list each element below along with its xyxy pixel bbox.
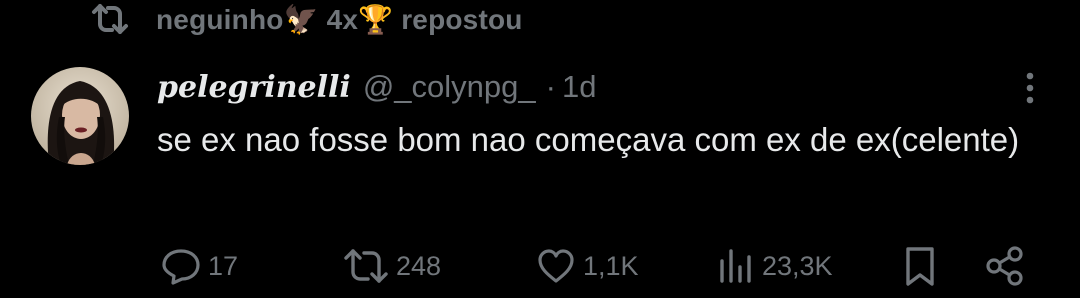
action-bar: 17 248 1,1K 23,3K <box>0 242 1080 290</box>
post-text: se ex nao fosse bom nao começava com ex … <box>157 121 1020 158</box>
repost-icon <box>344 249 388 283</box>
avatar-image <box>31 67 129 165</box>
post-header: pelegrinelli @_colynpg_ · 1d <box>157 64 596 110</box>
reply-icon <box>162 249 200 285</box>
repost-context[interactable]: neguinho🦅 4x🏆 repostou <box>90 0 523 38</box>
views-button[interactable]: 23,3K <box>716 242 833 290</box>
header-separator: · <box>545 69 556 104</box>
repost-label: neguinho🦅 4x🏆 repostou <box>156 3 523 35</box>
share-icon <box>986 246 1023 286</box>
like-icon <box>538 249 574 283</box>
reply-button[interactable]: 17 <box>160 242 238 290</box>
user-handle[interactable]: @_colynpg_ <box>363 69 536 105</box>
like-button[interactable]: 1,1K <box>535 242 639 290</box>
repost-count: 248 <box>396 250 442 281</box>
bookmark-icon <box>906 247 934 286</box>
more-button[interactable] <box>1016 70 1044 110</box>
display-name[interactable]: pelegrinelli <box>157 70 351 105</box>
post-time[interactable]: 1d <box>562 69 596 105</box>
repost-icon <box>92 4 128 34</box>
repost-button[interactable]: 248 <box>342 242 441 290</box>
reply-count: 17 <box>208 250 239 281</box>
like-count: 1,1K <box>583 250 639 281</box>
more-icon <box>1026 72 1034 104</box>
views-count: 23,3K <box>762 250 833 281</box>
bookmark-button[interactable] <box>900 242 940 290</box>
views-icon <box>720 249 751 283</box>
share-button[interactable] <box>984 242 1026 290</box>
avatar[interactable] <box>31 67 129 165</box>
